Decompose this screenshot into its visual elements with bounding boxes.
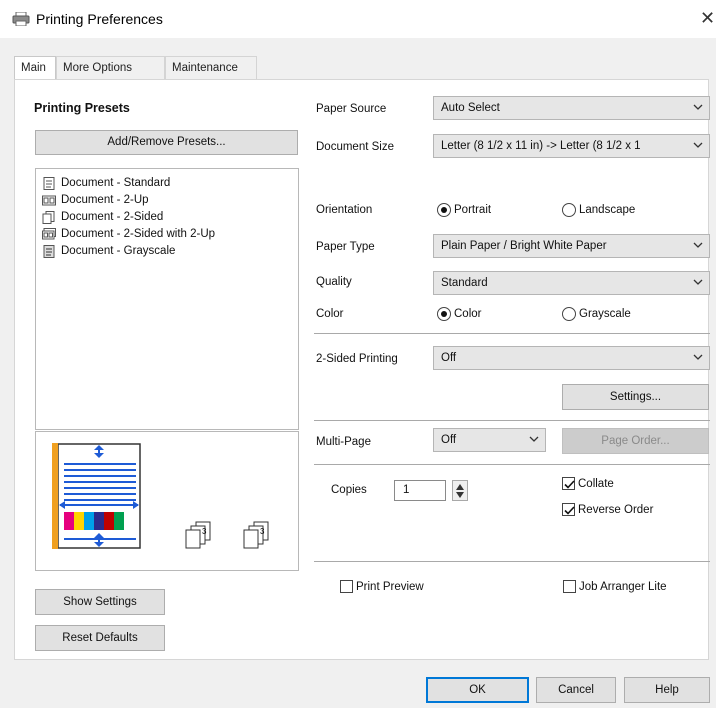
paper-type-select[interactable]: Plain Paper / Bright White Paper <box>433 234 710 258</box>
spin-up-icon[interactable] <box>456 484 464 490</box>
two-sided-printing-select[interactable]: Off <box>433 346 710 370</box>
document-standard-icon <box>43 177 55 190</box>
copies-input[interactable]: 1 <box>394 480 446 501</box>
print-preview-label: Print Preview <box>356 581 424 593</box>
tab-maintenance[interactable]: Maintenance <box>165 56 257 80</box>
close-icon[interactable]: ✕ <box>700 8 715 29</box>
copies-label: Copies <box>331 484 367 496</box>
reverse-order-pages-icon: 3 <box>243 521 269 549</box>
color-label: Color <box>316 308 344 320</box>
copies-stepper[interactable] <box>452 480 468 501</box>
reverse-order-checkbox[interactable] <box>562 503 575 516</box>
chevron-down-icon <box>693 242 703 248</box>
printer-icon <box>12 12 30 26</box>
spin-down-icon[interactable] <box>456 492 464 498</box>
chevron-down-icon <box>693 279 703 285</box>
help-button[interactable]: Help <box>624 677 710 703</box>
paper-type-label: Paper Type <box>316 241 375 253</box>
grayscale-option-label: Grayscale <box>579 308 631 320</box>
divider <box>314 464 710 465</box>
print-preview-checkbox[interactable] <box>340 580 353 593</box>
document-size-select[interactable]: Letter (8 1/2 x 11 in) -> Letter (8 1/2 … <box>433 134 710 158</box>
show-settings-button[interactable]: Show Settings <box>35 589 165 615</box>
document-2up-icon <box>42 195 56 206</box>
chevron-down-icon <box>529 436 539 442</box>
multi-page-select[interactable]: Off <box>433 428 546 452</box>
color-radio[interactable] <box>437 307 451 321</box>
paper-source-label: Paper Source <box>316 103 387 115</box>
window-title: Printing Preferences <box>36 11 163 27</box>
multi-page-label: Multi-Page <box>316 436 371 448</box>
job-arranger-lite-label: Job Arranger Lite <box>579 581 667 593</box>
checkmark-icon <box>564 480 575 489</box>
add-remove-presets-button[interactable]: Add/Remove Presets... <box>35 130 298 155</box>
svg-text:3: 3 <box>260 527 265 536</box>
tab-more-options[interactable]: More Options <box>56 56 165 80</box>
grayscale-radio[interactable] <box>562 307 576 321</box>
collate-pages-icon: 3 <box>185 521 211 549</box>
quality-label: Quality <box>316 276 352 288</box>
job-arranger-lite-checkbox[interactable] <box>563 580 576 593</box>
chevron-down-icon <box>693 354 703 360</box>
document-2sided-2up-icon <box>42 228 56 240</box>
page-layout-preview-icon <box>52 443 141 549</box>
portrait-label: Portrait <box>454 204 492 216</box>
cancel-button[interactable]: Cancel <box>536 677 616 703</box>
presets-list[interactable]: Document - Standard Document - 2-Up Docu… <box>35 168 299 430</box>
svg-text:3: 3 <box>202 527 207 536</box>
divider <box>314 561 710 562</box>
color-option-label: Color <box>454 308 482 320</box>
chevron-down-icon <box>693 142 703 148</box>
collate-checkbox[interactable] <box>562 477 575 490</box>
landscape-radio[interactable] <box>562 203 576 217</box>
printing-preferences-window: Printing Preferences ✕ Main More Options… <box>0 0 716 708</box>
divider <box>314 333 710 334</box>
paper-source-select[interactable]: Auto Select <box>433 96 710 120</box>
ok-button[interactable]: OK <box>426 677 529 703</box>
settings-preview: 3 3 <box>35 431 299 571</box>
orientation-label: Orientation <box>316 204 373 216</box>
portrait-radio[interactable] <box>437 203 451 217</box>
reverse-order-label: Reverse Order <box>578 504 654 516</box>
title-bar: Printing Preferences ✕ <box>0 0 716 38</box>
two-sided-printing-label: 2-Sided Printing <box>316 353 398 365</box>
page-order-button[interactable]: Page Order... <box>562 428 709 454</box>
checkmark-icon <box>564 506 575 515</box>
tab-main[interactable]: Main <box>14 56 56 81</box>
document-2sided-icon <box>42 211 55 224</box>
landscape-label: Landscape <box>579 204 636 216</box>
chevron-down-icon <box>693 104 703 110</box>
printing-presets-heading: Printing Presets <box>34 101 130 115</box>
two-sided-settings-button[interactable]: Settings... <box>562 384 709 410</box>
collate-label: Collate <box>578 478 614 490</box>
divider <box>314 420 710 421</box>
document-size-label: Document Size <box>316 141 394 153</box>
reset-defaults-button[interactable]: Reset Defaults <box>35 625 165 651</box>
quality-select[interactable]: Standard <box>433 271 710 295</box>
document-grayscale-icon <box>43 245 55 258</box>
